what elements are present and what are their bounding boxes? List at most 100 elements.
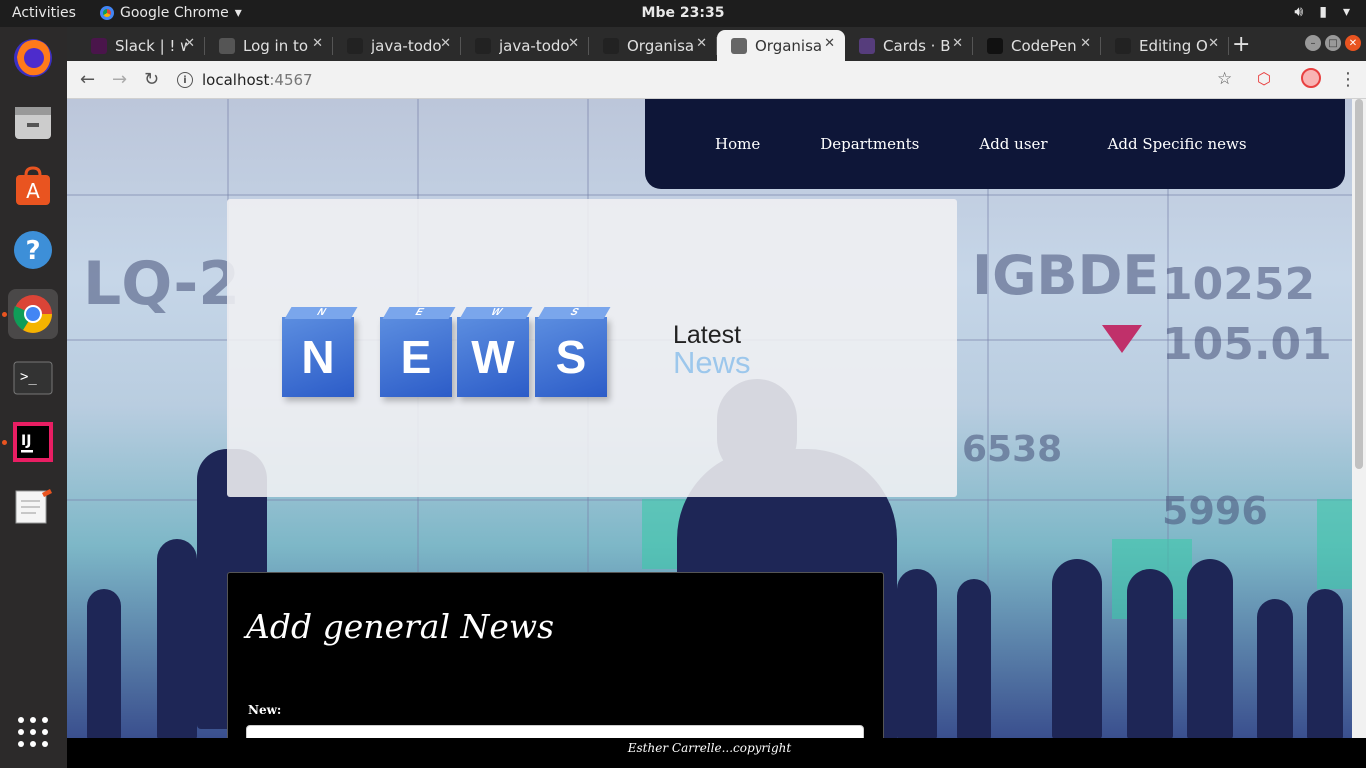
maximize-button[interactable]: □ [1325, 35, 1341, 51]
nav-departments-link[interactable]: Departments [820, 135, 919, 153]
close-tab-icon[interactable]: ✕ [440, 36, 451, 51]
dock: A ? >_ IJ [0, 27, 67, 768]
chevron-down-icon: ▾ [1342, 4, 1350, 20]
github-icon [1115, 37, 1131, 54]
files-icon[interactable] [8, 97, 58, 147]
tab-label: java-todo [371, 36, 442, 55]
people-silhouette [897, 569, 937, 738]
back-button[interactable]: ← [80, 69, 95, 90]
browser-tab[interactable]: Editing O ✕ [1101, 30, 1229, 61]
banner-news-text: News [673, 345, 751, 380]
system-tray[interactable]: 🔊︎ ▮ ▾ [1294, 4, 1350, 20]
close-tab-icon[interactable]: ✕ [952, 36, 963, 51]
extension-icon[interactable]: ⬡ [1257, 69, 1271, 88]
tab-label: Cards · B [883, 36, 951, 55]
tab-label: CodePen [1011, 36, 1077, 55]
background-ticker-text: 6538 [962, 429, 1063, 470]
news-cube: SS [535, 307, 611, 397]
running-indicator [2, 312, 7, 317]
down-arrow-icon [1102, 325, 1142, 353]
nav-add-specific-news-link[interactable]: Add Specific news [1108, 135, 1247, 153]
form-title: Add general News [246, 607, 555, 646]
scrollbar-thumb[interactable] [1355, 99, 1363, 469]
browser-tab[interactable]: Organisa ✕ [589, 30, 717, 61]
tab-label: Editing O [1139, 36, 1208, 55]
browser-tab[interactable]: CodePen ✕ [973, 30, 1101, 61]
close-window-button[interactable]: ✕ [1345, 35, 1361, 51]
clock[interactable]: Mbe 23:35 [0, 5, 1366, 21]
browser-tab[interactable]: Organisa ✕ [717, 30, 845, 61]
cube-letter: W [471, 331, 515, 383]
browser-tab[interactable]: Cards · B ✕ [845, 30, 973, 61]
software-center-icon[interactable]: A [8, 161, 58, 211]
running-indicator [2, 440, 7, 445]
svg-text:>_: >_ [20, 369, 37, 385]
page-scrollbar[interactable] [1352, 99, 1366, 738]
close-tab-icon[interactable]: ✕ [824, 36, 835, 51]
background-grid-line [67, 194, 1352, 196]
browser-tab[interactable]: Log in to ✕ [205, 30, 333, 61]
tab-separator [1228, 37, 1229, 55]
github-icon [347, 37, 363, 54]
close-tab-icon[interactable]: ✕ [696, 36, 707, 51]
bookmark-star-icon[interactable]: ☆ [1217, 69, 1232, 89]
github-icon [219, 37, 235, 54]
address-bar[interactable]: i localhost:4567 [177, 65, 1267, 95]
close-tab-icon[interactable]: ✕ [312, 36, 323, 51]
reload-button[interactable]: ↻ [144, 69, 159, 90]
page-viewport: LQ-2 IGBDE 10252 105.01 6538 5996 Home D… [67, 99, 1352, 738]
people-silhouette [87, 589, 121, 738]
github-icon [603, 37, 619, 54]
add-news-form: Add general News New: [227, 572, 884, 738]
firefox-icon[interactable] [8, 33, 58, 83]
help-icon[interactable]: ? [8, 225, 58, 275]
browser-tab[interactable]: Slack | ! w ✕ [77, 30, 205, 61]
background-ticker-text: IGBDE [972, 244, 1160, 307]
news-cube: EE [380, 307, 456, 397]
background-chart-block [1317, 499, 1352, 589]
svg-text:IJ: IJ [21, 433, 31, 449]
people-silhouette [1052, 559, 1102, 738]
terminal-icon[interactable]: >_ [8, 353, 58, 403]
close-tab-icon[interactable]: ✕ [1080, 36, 1091, 51]
people-silhouette [1257, 599, 1293, 738]
volume-icon: 🔊︎ [1294, 4, 1304, 20]
globe-icon [731, 37, 747, 54]
tab-strip: Slack | ! w ✕ Log in to ✕ java-todo ✕ java-tod… [67, 27, 1366, 61]
browser-tab[interactable]: java-todo ✕ [333, 30, 461, 61]
tab-label: Organisa [627, 36, 695, 55]
browser-toolbar: ← → ↻ i localhost:4567 ☆ ⬡ ⋮ [67, 61, 1366, 99]
new-tab-button[interactable]: + [1232, 32, 1250, 57]
text-editor-icon[interactable] [8, 481, 58, 531]
news-input[interactable] [246, 725, 864, 738]
profile-avatar[interactable] [1301, 68, 1321, 93]
cube-top-letter: W [459, 307, 533, 319]
nav-add-user-link[interactable]: Add user [979, 135, 1047, 153]
cube-letter: E [400, 331, 432, 383]
main-navigation: Home Departments Add user Add Specific n… [645, 99, 1345, 189]
info-icon[interactable]: i [177, 72, 193, 88]
intellij-icon[interactable]: IJ [8, 417, 58, 467]
close-tab-icon[interactable]: ✕ [568, 36, 579, 51]
show-applications-icon[interactable] [8, 707, 58, 757]
browser-tab[interactable]: java-todo ✕ [461, 30, 589, 61]
slack-icon [91, 37, 107, 54]
people-silhouette [157, 539, 197, 738]
github-icon [475, 37, 491, 54]
forward-button[interactable]: → [112, 69, 127, 90]
people-silhouette [1307, 589, 1343, 738]
battery-icon: ▮ [1319, 4, 1327, 20]
close-tab-icon[interactable]: ✕ [184, 36, 195, 51]
news-banner: NN EE WW SS Latest News [227, 199, 957, 497]
close-tab-icon[interactable]: ✕ [1208, 36, 1219, 51]
chrome-icon[interactable] [8, 289, 58, 339]
tab-label: java-todo [499, 36, 570, 55]
nav-home-link[interactable]: Home [715, 135, 760, 153]
people-silhouette [1187, 559, 1233, 738]
minimize-button[interactable]: – [1305, 35, 1321, 51]
menu-kebab-icon[interactable]: ⋮ [1339, 69, 1357, 90]
background-ticker-text: 5996 [1162, 489, 1268, 533]
tab-label: Slack | ! w [115, 36, 187, 55]
page-footer: Esther Carrelle...copyright [67, 738, 1366, 768]
background-ticker-text: 10252 [1162, 259, 1316, 310]
